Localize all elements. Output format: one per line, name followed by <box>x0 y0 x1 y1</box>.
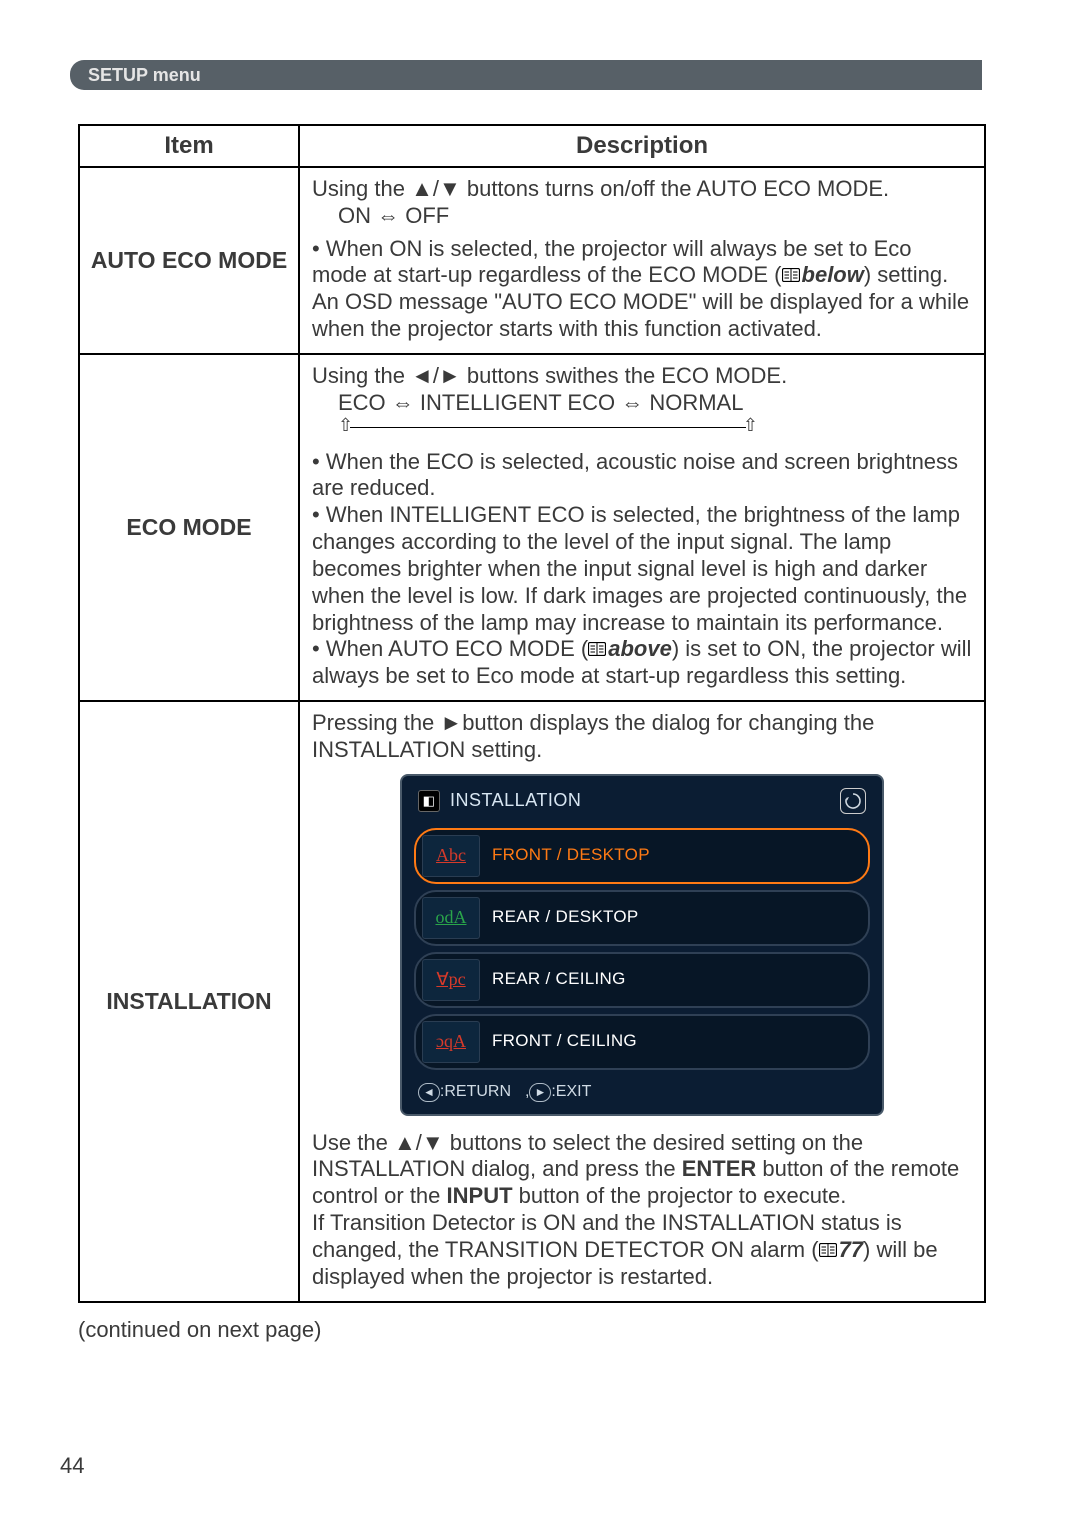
ref-text: below <box>802 262 864 289</box>
thumb-text: Abc <box>436 845 466 867</box>
rotate-icon <box>840 788 866 814</box>
right-key-icon: ► <box>529 1083 551 1102</box>
text: Pressing the <box>312 710 440 735</box>
osd-option-thumb: ∀pc <box>422 959 480 1001</box>
cycle-arrow-line: ⇧ ⇧ <box>338 419 758 437</box>
osd-footer: ◄:RETURN ,►:EXIT <box>414 1076 870 1102</box>
osd-option[interactable]: ∀pc REAR / CEILING <box>414 952 870 1008</box>
book-icon <box>588 636 606 663</box>
table-row: ECO MODE Using the ◄/► buttons swithes t… <box>79 354 985 701</box>
cycle-eco-modes: ECO ⇔ INTELLIGENT ECO ⇔ NORMAL <box>312 390 972 417</box>
arrow-up-icon: ⇧ <box>743 415 758 437</box>
arrow-up-icon: ⇧ <box>338 415 353 437</box>
text: buttons swithes the ECO MODE. <box>461 363 787 388</box>
osd-option[interactable]: Abc FRONT / DESKTOP <box>414 828 870 884</box>
item-installation: INSTALLATION <box>79 701 299 1301</box>
continued-note: (continued on next page) <box>78 1317 1020 1343</box>
osd-option[interactable]: odA REAR / DESKTOP <box>414 890 870 946</box>
enter-label: ENTER <box>682 1156 757 1181</box>
text: button of the projector to execute. <box>513 1183 847 1208</box>
osd-option[interactable]: ɔqA FRONT / CEILING <box>414 1014 870 1070</box>
ref-text: above <box>608 636 672 663</box>
bullet-eco: • When the ECO is selected, acoustic noi… <box>312 449 972 503</box>
text: Using the <box>312 363 411 388</box>
exit-label: :EXIT <box>551 1083 591 1100</box>
osd-option-thumb: odA <box>422 897 480 939</box>
manual-ref-77: 77 <box>819 1237 863 1264</box>
osd-title: INSTALLATION <box>450 790 581 812</box>
osd-option-thumb: Abc <box>422 835 480 877</box>
manual-ref-below: below <box>782 262 864 289</box>
up-down-arrows: ▲/▼ <box>394 1130 444 1155</box>
osd-option-label: REAR / DESKTOP <box>492 907 639 928</box>
col-header-description: Description <box>299 125 985 167</box>
setup-menu-table: Item Description AUTO ECO MODE Using the… <box>78 124 986 1303</box>
osd-installation-dialog: ◧ INSTALLATION Abc FRONT / DESKTOP odA REAR… <box>400 774 884 1116</box>
input-label: INPUT <box>447 1183 513 1208</box>
osd-option-thumb: ɔqA <box>422 1021 480 1063</box>
book-icon <box>782 262 800 289</box>
thumb-text: ∀pc <box>436 969 465 991</box>
banner-title: SETUP menu <box>88 65 201 86</box>
osd-option-label: FRONT / CEILING <box>492 1031 637 1052</box>
right-arrow: ► <box>440 710 462 735</box>
osd-option-label: REAR / CEILING <box>492 969 626 990</box>
table-row: INSTALLATION Pressing the ►button displa… <box>79 701 985 1301</box>
book-icon <box>819 1237 837 1264</box>
desc-installation: Pressing the ►button displays the dialog… <box>299 701 985 1301</box>
manual-ref-above: above <box>588 636 672 663</box>
desc-eco-mode: Using the ◄/► buttons swithes the ECO MO… <box>299 354 985 701</box>
up-down-arrows: ▲/▼ <box>411 176 461 201</box>
thumb-text: ɔqA <box>436 1031 466 1053</box>
setup-menu-banner: SETUP menu <box>70 60 982 90</box>
cycle-on-off: ON ⇔ OFF <box>312 203 972 230</box>
item-auto-eco-mode: AUTO ECO MODE <box>79 167 299 354</box>
left-right-arrows: ◄/► <box>411 363 461 388</box>
left-key-icon: ◄ <box>418 1083 440 1102</box>
item-eco-mode: ECO MODE <box>79 354 299 701</box>
ref-text: 77 <box>839 1237 863 1264</box>
text: • When AUTO ECO MODE ( <box>312 636 588 661</box>
return-label: :RETURN <box>440 1083 511 1100</box>
page-number: 44 <box>60 1453 84 1479</box>
desc-auto-eco-mode: Using the ▲/▼ buttons turns on/off the A… <box>299 167 985 354</box>
osd-menu-icon: ◧ <box>418 790 440 812</box>
text: buttons turns on/off the AUTO ECO MODE. <box>461 176 889 201</box>
bullet-intelligent-eco: • When INTELLIGENT ECO is selected, the … <box>312 502 972 636</box>
thumb-text: odA <box>436 907 467 929</box>
text: Using the <box>312 176 411 201</box>
table-row: AUTO ECO MODE Using the ▲/▼ buttons turn… <box>79 167 985 354</box>
col-header-item: Item <box>79 125 299 167</box>
text: If Transition Detector is ON and the INS… <box>312 1210 902 1262</box>
osd-option-label: FRONT / DESKTOP <box>492 845 650 866</box>
text: Use the <box>312 1130 394 1155</box>
